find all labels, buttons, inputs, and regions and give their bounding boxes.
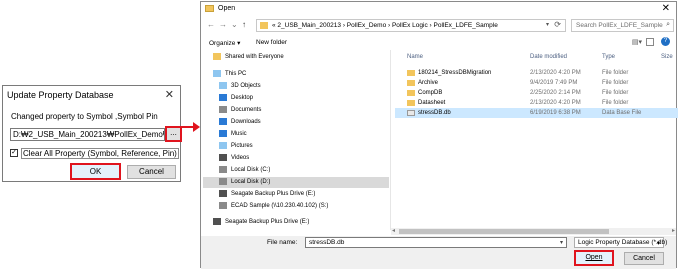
documents-icon [219, 106, 227, 113]
search-icon: ⌕ [666, 21, 670, 28]
search-input[interactable]: Search PollEx_LDFE_Sample ⌕ [571, 19, 674, 32]
title-bar: Open ✕ [201, 2, 676, 16]
usb-drive-icon [213, 218, 221, 225]
browse-button[interactable]: ... [165, 126, 182, 142]
desktop-icon [219, 94, 227, 101]
list-item[interactable]: 180214_StressDBMigration 2/13/2020 4:20 P… [395, 68, 678, 78]
nav-item-ecad-sample-s[interactable]: ECAD Sample (\\10.230.40.102) (S:) [219, 201, 389, 212]
column-header-type[interactable]: Type [602, 54, 615, 60]
cube-icon [219, 82, 227, 89]
help-icon[interactable]: ? [661, 37, 670, 46]
update-property-database-dialog: Update Property Database ✕ Changed prope… [2, 85, 182, 182]
navigation-pane: Shared with Everyone This PC 3D Objects … [201, 50, 391, 230]
breadcrumb[interactable]: « 2_USB_Main_200213 › PollEx_Demo › Poll… [272, 22, 498, 29]
search-placeholder: Search PollEx_LDFE_Sample [576, 22, 663, 29]
forward-arrow-icon[interactable]: → [219, 20, 227, 29]
file-name-label: File name: [267, 239, 298, 246]
chevron-down-icon[interactable]: ▾ [560, 239, 563, 246]
usb-drive-icon [219, 190, 227, 197]
open-folder-icon [205, 5, 214, 12]
refresh-icon[interactable]: ⟳ [554, 20, 561, 29]
column-header-name[interactable]: Name [407, 54, 423, 60]
nav-item-downloads[interactable]: Downloads [219, 117, 389, 128]
clear-all-label: Clear All Property (Symbol, Reference, P… [21, 148, 179, 159]
scroll-left-icon[interactable]: ◂ [392, 227, 395, 234]
db-file-icon [407, 110, 415, 116]
nav-item-seagate-e-root[interactable]: Seagate Backup Plus Drive (E:) [213, 217, 389, 228]
folder-icon [260, 22, 268, 29]
file-type-value: Logic Property Database (*.db) [578, 239, 668, 246]
drive-icon [219, 166, 227, 173]
open-button[interactable]: Open [574, 250, 614, 266]
nav-item-documents[interactable]: Documents [219, 105, 389, 116]
list-item-selected[interactable]: stressDB.db 6/19/2019 6:38 PM Data Base Fi… [395, 108, 678, 118]
folder-icon [407, 80, 415, 86]
network-drive-icon [219, 202, 227, 209]
changed-property-label: Changed property to Symbol ,Symbol Pin [11, 112, 158, 121]
address-row: ← → ⌄ ↑ « 2_USB_Main_200213 › PollEx_Dem… [201, 17, 676, 33]
dialog-footer: File name: stressDB.db ▾ Logic Property … [201, 236, 676, 269]
horizontal-scrollbar[interactable]: ◂ ▸ [391, 228, 676, 235]
nav-item-pictures[interactable]: Pictures [219, 141, 389, 152]
clear-all-checkbox[interactable]: ✓ [10, 149, 18, 157]
music-icon [219, 130, 227, 137]
view-options-icon[interactable]: ▤▾ [632, 38, 642, 46]
cancel-button[interactable]: Cancel [624, 252, 664, 265]
recent-dropdown-icon[interactable]: ⌄ [231, 20, 238, 29]
open-file-dialog: Open ✕ ← → ⌄ ↑ « 2_USB_Main_200213 › Pol… [200, 1, 678, 269]
pictures-icon [219, 142, 227, 149]
nav-item-this-pc[interactable]: This PC [213, 69, 389, 80]
list-item[interactable]: Datasheet 2/13/2020 4:20 PM File folder [395, 98, 678, 108]
drive-icon [219, 178, 227, 185]
file-name-input[interactable]: stressDB.db ▾ [305, 237, 567, 248]
close-icon[interactable]: ✕ [165, 88, 174, 101]
database-path-input[interactable]: D:₩2_USB_Main_200213₩PollEx_Demo₩ [10, 128, 165, 141]
new-folder-button[interactable]: New folder [256, 39, 287, 46]
address-bar[interactable]: « 2_USB_Main_200213 › PollEx_Demo › Poll… [256, 19, 566, 32]
column-header-date[interactable]: Date modified [530, 54, 567, 60]
red-arrow-icon [181, 122, 200, 132]
nav-item-3d-objects[interactable]: 3D Objects [219, 81, 389, 92]
scroll-right-icon[interactable]: ▸ [672, 227, 675, 234]
dialog-title: Open [218, 5, 236, 12]
organize-menu[interactable]: Organize ▾ [209, 39, 240, 47]
nav-item-music[interactable]: Music [219, 129, 389, 140]
folder-icon [213, 53, 221, 60]
dialog-title: Update Property Database [7, 90, 114, 100]
scrollbar-thumb[interactable] [399, 229, 609, 234]
folder-icon [407, 100, 415, 106]
folder-icon [407, 90, 415, 96]
nav-item-desktop[interactable]: Desktop [219, 93, 389, 104]
column-header-size[interactable]: Size [661, 54, 673, 60]
chevron-down-icon[interactable]: ▾ [546, 21, 549, 28]
up-arrow-icon[interactable]: ↑ [242, 20, 246, 29]
back-arrow-icon[interactable]: ← [207, 20, 215, 29]
nav-item-local-disk-d[interactable]: Local Disk (D:) [203, 177, 389, 188]
command-bar: Organize ▾ New folder ▤▾ ? [201, 36, 676, 49]
chevron-down-icon[interactable]: ▾ [657, 239, 660, 247]
nav-item-seagate-e[interactable]: Seagate Backup Plus Drive (E:) [219, 189, 389, 200]
download-icon [219, 118, 227, 125]
ok-button[interactable]: OK [70, 163, 121, 180]
folder-icon [407, 70, 415, 76]
nav-item-local-disk-c[interactable]: Local Disk (C:) [219, 165, 389, 176]
file-list: Name Date modified Type Size 180214_Stre… [393, 50, 678, 230]
preview-pane-icon[interactable] [646, 38, 654, 46]
close-icon[interactable]: ✕ [662, 3, 670, 14]
computer-icon [213, 70, 221, 77]
cancel-button[interactable]: Cancel [127, 165, 176, 179]
nav-item-shared-with-everyone[interactable]: Shared with Everyone [213, 52, 389, 63]
list-item[interactable]: Archive 9/4/2019 7:49 PM File folder [395, 78, 678, 88]
nav-item-videos[interactable]: Videos [219, 153, 389, 164]
file-name-value: stressDB.db [309, 239, 345, 246]
file-type-select[interactable]: Logic Property Database (*.db) ▾ [574, 237, 668, 248]
videos-icon [219, 154, 227, 161]
list-item[interactable]: CompDB 2/25/2020 2:14 PM File folder [395, 88, 678, 98]
